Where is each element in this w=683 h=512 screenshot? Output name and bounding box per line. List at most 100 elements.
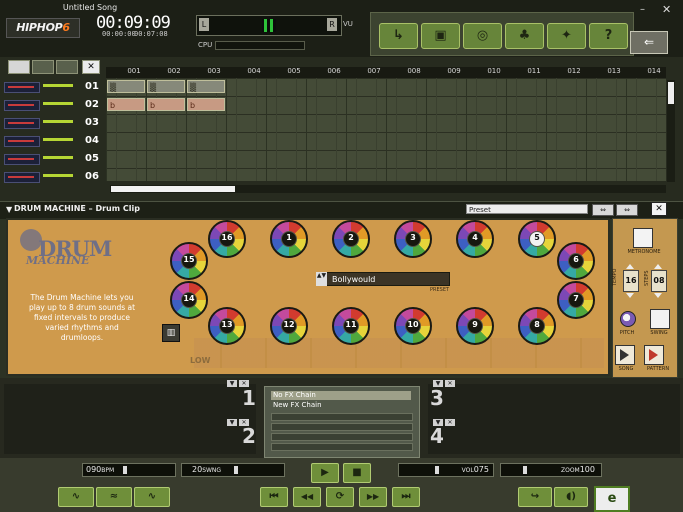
bpm-slider-thumb[interactable] — [123, 466, 127, 474]
swing-slider-thumb[interactable] — [234, 466, 238, 474]
stop-button[interactable]: ■ — [343, 463, 371, 483]
minimize-button[interactable]: – — [640, 4, 645, 15]
volume-slider-thumb[interactable] — [435, 466, 439, 474]
track-header[interactable]: 03 — [0, 116, 105, 131]
track-header[interactable]: 06 — [0, 170, 105, 185]
drum-pad-7[interactable]: 7 — [557, 281, 595, 319]
folder-button[interactable]: ▣ — [421, 23, 460, 49]
drum-pad-13[interactable]: 13 — [208, 307, 246, 345]
ejay-logo-button[interactable]: e — [594, 486, 630, 512]
steps-up-arrow[interactable] — [654, 264, 662, 269]
track-header[interactable]: 01 — [0, 80, 105, 95]
clear-tracks-button[interactable]: ✕ — [82, 60, 100, 74]
volume-control[interactable]: VOL075 — [398, 463, 494, 477]
track-tool-2-button[interactable]: ≈ — [96, 487, 132, 507]
track-pan-control[interactable] — [4, 82, 40, 93]
fx-empty-slot[interactable] — [271, 433, 413, 441]
play-button[interactable]: ▶ — [311, 463, 339, 483]
import-button[interactable]: ↳ — [379, 23, 418, 49]
track-volume-slider[interactable] — [43, 120, 73, 123]
track-tool-1-button[interactable]: ∿ — [58, 487, 94, 507]
help-button[interactable]: ? — [589, 23, 628, 49]
drum-pad-9[interactable]: 9 — [456, 307, 494, 345]
song-mode-button[interactable] — [615, 345, 635, 365]
fx-slot-menu-button[interactable]: ▼ — [433, 419, 443, 426]
record-button[interactable]: ◎ — [463, 23, 502, 49]
vertical-scrollbar[interactable] — [667, 80, 675, 182]
preset-save-button[interactable]: ⇔ — [592, 204, 614, 216]
drum-clip[interactable]: ▒ — [187, 80, 225, 93]
swing-toggle[interactable] — [650, 309, 670, 329]
track-volume-slider[interactable] — [43, 174, 73, 177]
back-button[interactable]: ⇐ — [630, 31, 668, 54]
drum-pad-4[interactable]: 4 — [456, 220, 494, 258]
drum-pad-11[interactable]: 11 — [332, 307, 370, 345]
preset-name-field[interactable]: Preset — [466, 204, 588, 214]
fx-slot-menu-button[interactable]: ▼ — [227, 380, 237, 387]
drum-pad-15[interactable]: 15 — [170, 242, 208, 280]
track-pan-control[interactable] — [4, 118, 40, 129]
tempo-up-arrow[interactable] — [626, 264, 634, 269]
trash-button[interactable]: ▥ — [162, 324, 180, 342]
track-tool-3-button[interactable]: ∿ — [134, 487, 170, 507]
track-header[interactable]: 05 — [0, 152, 105, 167]
track-pan-control[interactable] — [4, 154, 40, 165]
fx-empty-slot[interactable] — [271, 443, 413, 451]
bass-clip[interactable]: b — [147, 98, 185, 111]
drum-pad-12[interactable]: 12 — [270, 307, 308, 345]
scroll-thumb[interactable] — [668, 82, 674, 104]
drum-pad-14[interactable]: 14 — [170, 281, 208, 319]
track-pan-control[interactable] — [4, 100, 40, 111]
drum-pad-10[interactable]: 10 — [394, 307, 432, 345]
drum-pad-6[interactable]: 6 — [557, 242, 595, 280]
track-volume-slider[interactable] — [43, 102, 73, 105]
preset-load-button[interactable]: ⇔ — [616, 204, 638, 216]
track-volume-slider[interactable] — [43, 84, 73, 87]
mix-button[interactable]: ✦ — [547, 23, 586, 49]
fx-slot-menu-button[interactable]: ▼ — [433, 380, 443, 387]
track-header[interactable]: 04 — [0, 134, 105, 149]
export-button[interactable]: ↪ — [518, 487, 552, 507]
fx-slot-menu-button[interactable]: ▼ — [227, 419, 237, 426]
fx-chain-item[interactable]: New FX Chain — [271, 401, 411, 410]
view-mode-2-button[interactable] — [32, 60, 54, 74]
zoom-control[interactable]: ZOOM100 — [500, 463, 602, 477]
drum-pad-16[interactable]: 16 — [208, 220, 246, 258]
view-mode-1-button[interactable] — [8, 60, 30, 74]
zoom-slider-thumb[interactable] — [523, 466, 527, 474]
loop-button[interactable]: ⟳ — [326, 487, 354, 507]
record-mix-button[interactable]: ◖) — [554, 487, 588, 507]
drum-pad-5[interactable]: 5 — [518, 220, 556, 258]
drum-pad-2[interactable]: 2 — [332, 220, 370, 258]
fx-slot-close-button[interactable]: ✕ — [445, 380, 455, 387]
drum-clip[interactable]: ▒ — [107, 80, 145, 93]
fx-chain-item[interactable]: No FX Chain — [271, 391, 411, 400]
pitch-knob[interactable] — [620, 311, 636, 327]
fx-slot-close-button[interactable]: ✕ — [445, 419, 455, 426]
swing-control[interactable]: 20SWNG — [181, 463, 285, 477]
track-volume-slider[interactable] — [43, 156, 73, 159]
people-button[interactable]: ♣ — [505, 23, 544, 49]
skip-end-button[interactable]: ⏭ — [392, 487, 420, 507]
track-volume-slider[interactable] — [43, 138, 73, 141]
track-pan-control[interactable] — [4, 136, 40, 147]
pattern-mode-button[interactable] — [644, 345, 664, 365]
fx-empty-slot[interactable] — [271, 423, 413, 431]
bass-clip[interactable]: b — [187, 98, 225, 111]
kit-arrows[interactable]: ▲▼ — [316, 272, 327, 286]
tempo-value[interactable]: 16 — [623, 270, 639, 292]
fx-slot-close-button[interactable]: ✕ — [239, 419, 249, 426]
close-window-button[interactable]: ✕ — [662, 3, 671, 16]
bass-clip[interactable]: b — [107, 98, 145, 111]
drum-pad-3[interactable]: 3 — [394, 220, 432, 258]
fx-slot-close-button[interactable]: ✕ — [239, 380, 249, 387]
metronome-toggle[interactable] — [633, 228, 653, 248]
steps-down-arrow[interactable] — [654, 293, 662, 298]
track-pan-control[interactable] — [4, 172, 40, 183]
drum-pad-8[interactable]: 8 — [518, 307, 556, 345]
bpm-control[interactable]: 090BPM — [82, 463, 176, 477]
fx-empty-slot[interactable] — [271, 413, 413, 421]
view-mode-3-button[interactable] — [56, 60, 78, 74]
steps-value[interactable]: 08 — [651, 270, 667, 292]
fast-forward-button[interactable]: ▶▶ — [359, 487, 387, 507]
